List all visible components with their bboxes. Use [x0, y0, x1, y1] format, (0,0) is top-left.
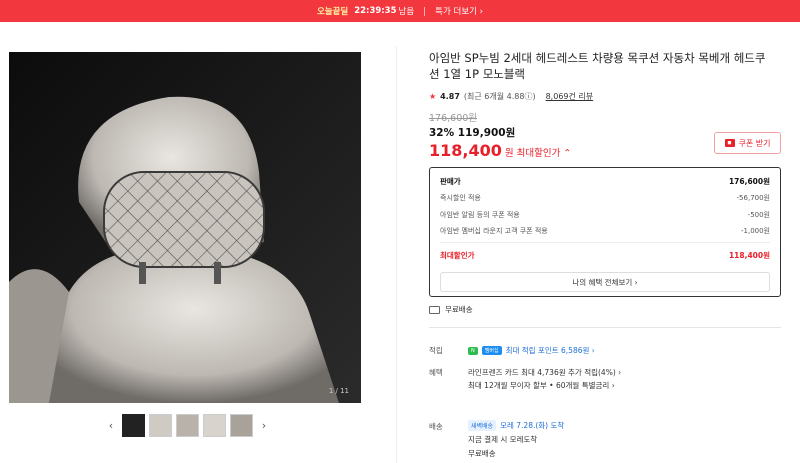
price-row: 즉시할인 적용 -56,700원 [440, 193, 770, 203]
membership-badge: 멤버십 [481, 346, 502, 355]
price-row-label: 판매가 [440, 177, 461, 186]
points-value-row[interactable]: N 멤버십 최대 적립 포인트 6,586원 › [468, 345, 595, 356]
price-total-row: 최대할인가 118,400원 [440, 250, 770, 261]
coupon-label: 쿠폰 받기 [738, 138, 771, 148]
delivery-line-3: 무료배송 [468, 449, 496, 458]
section-divider [429, 327, 781, 328]
thumbnail-5[interactable] [230, 414, 253, 437]
promo-topbar: 오늘끝딜 22:39:35 남음 특가 더보기 › [0, 0, 800, 22]
price-row-label: 아임반 알림 등의 쿠폰 적용 [440, 211, 520, 219]
reviews-link[interactable]: 8,069건 리뷰 [546, 91, 594, 102]
benefit-label: 혜택 [429, 368, 443, 377]
delivery-line-2: 지금 결제 시 모레도착 [468, 435, 538, 444]
headrest-photo [9, 52, 361, 403]
thumb-prev-icon[interactable]: ‹ [104, 419, 118, 432]
thumbnail-strip: ‹ › [104, 414, 271, 437]
original-price: 176,600원 [429, 113, 478, 124]
price-row-value: -1,000원 [740, 227, 770, 235]
coupon-icon: ◼ [724, 139, 735, 147]
rating-score: 4.87 [440, 92, 460, 101]
price-box-divider [440, 242, 770, 243]
deal-badge: 오늘끝딜 [316, 7, 349, 17]
thumbnail-2[interactable] [149, 414, 172, 437]
price-row: 아임반 멤버십 라운지 고객 쿠폰 적용 -1,000원 [440, 226, 770, 236]
rating-sub: (최근 6개월 4.88ⓘ) [463, 92, 536, 101]
max-price-value: 118,400 [429, 141, 502, 160]
price-breakdown-box: 판매가 176,600원 즉시할인 적용 -56,700원 아임반 알림 등의 … [429, 167, 781, 297]
dawn-delivery-badge: 새벽배송 [468, 420, 497, 431]
price-row-value: -56,700원 [736, 194, 770, 202]
thumb-next-icon[interactable]: › [257, 419, 271, 432]
thumbnail-4[interactable] [203, 414, 226, 437]
price-row-label: 아임반 멤버십 라운지 고객 쿠폰 적용 [440, 227, 548, 235]
product-title: 아임반 SP누빔 2세대 헤드레스트 차량용 목쿠션 자동차 목베개 헤드쿠션 … [429, 51, 766, 81]
price-row: 판매가 176,600원 [440, 176, 770, 187]
topbar-divider [424, 6, 426, 16]
price-row-label: 즉시할인 적용 [440, 194, 481, 202]
column-divider [396, 46, 397, 463]
coupon-button[interactable]: ◼ 쿠폰 받기 [714, 132, 781, 154]
more-deals-link[interactable]: 특가 더보기 › [435, 5, 483, 17]
delivery-date: 모레 7.28.(화) 도착 [500, 421, 565, 430]
thumbnail-1[interactable] [122, 414, 145, 437]
max-discount-price[interactable]: 118,400 원 최대할인가 ⌃ [429, 141, 571, 160]
rating-row: ★ 4.87 (최근 6개월 4.88ⓘ) 8,069건 리뷰 [429, 91, 593, 102]
price-row: 아임반 알림 등의 쿠폰 적용 -500원 [440, 210, 770, 220]
price-row-value: 176,600원 [728, 177, 770, 186]
benefit-line-1[interactable]: 라인프렌즈 카드 최대 4,736원 추가 적립(4%) › [468, 367, 621, 378]
delivery-label: 배송 [429, 422, 443, 431]
deal-timer: 22:39:35 [354, 6, 397, 16]
timer-suffix: 남음 [398, 7, 415, 17]
star-icon: ★ [429, 92, 437, 101]
image-counter: 1 / 11 [328, 387, 349, 395]
npay-badge: N [468, 346, 478, 355]
shipping-row: 무료배송 [429, 304, 473, 315]
discount-price: 32% 119,900원 [429, 127, 516, 139]
truck-icon [429, 305, 440, 314]
price-total-label: 최대할인가 [440, 251, 475, 260]
product-main-image[interactable]: 1 / 11 [9, 52, 361, 403]
max-price-unit: 원 [504, 148, 514, 159]
benefit-line-2[interactable]: 최대 12개월 무이자 할부 • 60개월 특별금리 › [468, 380, 615, 391]
delivery-row[interactable]: 새벽배송 모레 7.28.(화) 도착 [468, 420, 564, 431]
free-shipping-text: 무료배송 [445, 305, 473, 314]
points-label: 적립 [429, 346, 443, 355]
price-total-value: 118,400원 [728, 251, 770, 260]
price-row-value: -500원 [747, 211, 770, 219]
thumbnail-3[interactable] [176, 414, 199, 437]
view-all-benefits-button[interactable]: 나의 혜택 전체보기 › [440, 272, 770, 292]
points-value: 최대 적립 포인트 6,586원 › [505, 346, 595, 355]
max-price-label: 최대할인가 ⌃ [516, 148, 572, 159]
